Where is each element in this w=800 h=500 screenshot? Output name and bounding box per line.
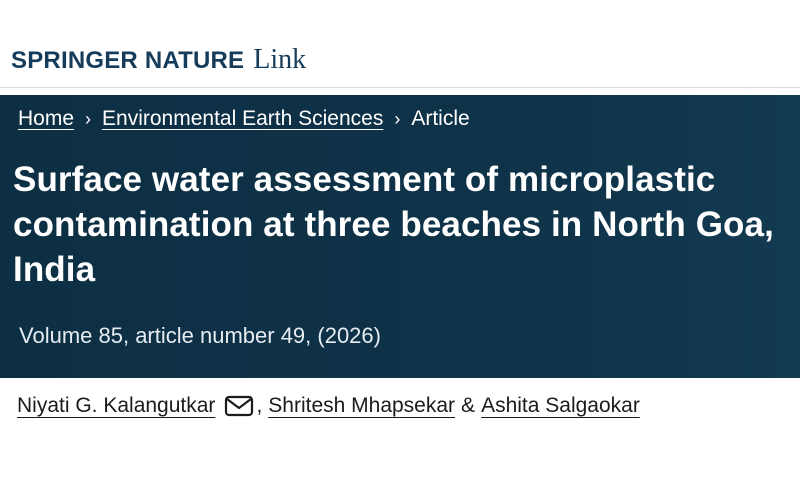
author-separator-ampersand: & <box>461 394 476 417</box>
author-list: Niyati G. Kalangutkar , Shritesh Mhapsek… <box>17 394 640 418</box>
breadcrumb: Home › Environmental Earth Sciences › Ar… <box>18 107 470 131</box>
header-divider <box>0 87 800 88</box>
article-page: SPRINGER NATURE Link Home › Environmenta… <box>0 0 800 500</box>
logo-link-text: Link <box>253 44 307 75</box>
breadcrumb-journal-link[interactable]: Environmental Earth Sciences <box>102 107 383 131</box>
breadcrumb-home-link[interactable]: Home <box>18 107 74 131</box>
site-header: SPRINGER NATURE Link <box>0 0 800 95</box>
breadcrumb-current: Article <box>411 107 470 130</box>
chevron-right-icon: › <box>394 108 401 129</box>
author-link-3[interactable]: Ashita Salgaokar <box>481 394 640 418</box>
mail-icon[interactable] <box>224 395 254 417</box>
article-hero: Home › Environmental Earth Sciences › Ar… <box>0 95 800 378</box>
author-separator-comma: , <box>256 394 263 417</box>
volume-info: Volume 85, article number 49, (2026) <box>19 323 381 348</box>
chevron-right-icon: › <box>85 108 92 129</box>
springer-nature-link-logo[interactable]: SPRINGER NATURE Link <box>11 44 306 76</box>
logo-springer-nature-text: SPRINGER NATURE <box>11 47 245 74</box>
author-link-2[interactable]: Shritesh Mhapsekar <box>268 394 455 418</box>
article-title: Surface water assessment of microplastic… <box>13 160 774 289</box>
author-link-1[interactable]: Niyati G. Kalangutkar <box>17 394 215 418</box>
